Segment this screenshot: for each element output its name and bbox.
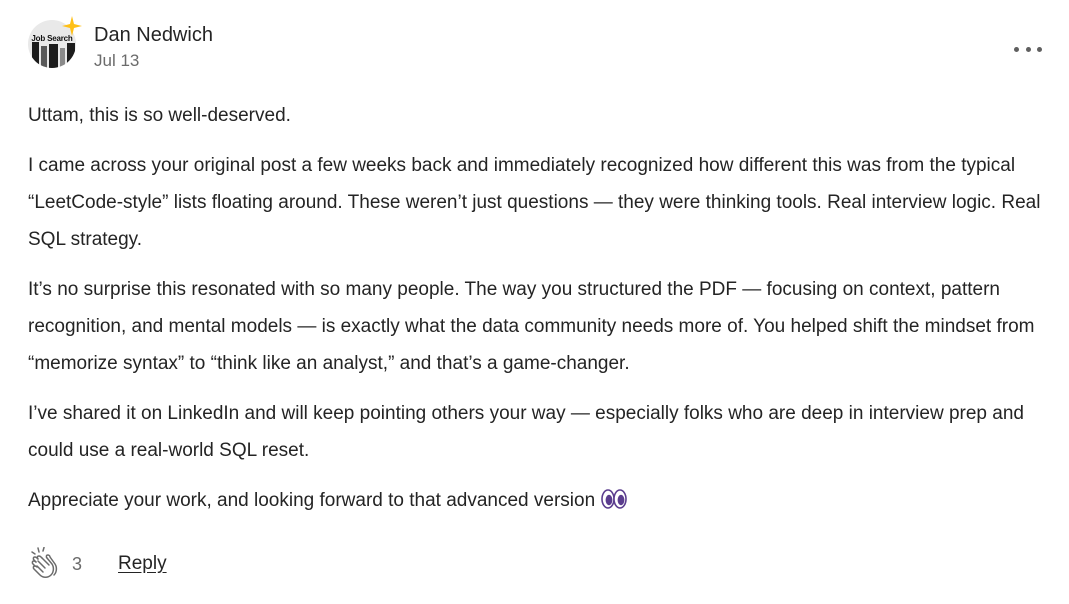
comment-paragraph: It’s no surprise this resonated with so … <box>28 279 1035 374</box>
comment-footer: 3 Reply <box>30 546 167 582</box>
more-dot-icon <box>1014 46 1019 52</box>
comment-paragraph: I’ve shared it on LinkedIn and will keep… <box>28 403 1024 461</box>
comment-body: Uttam, this is so well-deserved. I came … <box>28 97 1058 532</box>
comment-card: Job Search Dan Nedwich Jul 13 Uttam, thi… <box>0 0 1069 604</box>
clap-icon <box>31 547 58 578</box>
clap-button[interactable]: 3 <box>30 547 82 581</box>
author-name[interactable]: Dan Nedwich <box>94 22 213 48</box>
comment-paragraph: Appreciate your work, and looking forwar… <box>28 490 596 511</box>
more-dot-icon <box>1037 46 1042 52</box>
comment-paragraph: Uttam, this is so well-deserved. <box>28 105 291 126</box>
more-options-button[interactable] <box>1014 38 1042 60</box>
post-date[interactable]: Jul 13 <box>94 50 213 72</box>
author-block: Dan Nedwich Jul 13 <box>94 18 213 72</box>
clap-count: 3 <box>72 553 83 574</box>
eyes-emoji <box>601 489 627 509</box>
comment-last-paragraph: Appreciate your work, and looking forwar… <box>28 482 1058 519</box>
more-dot-icon <box>1025 46 1031 52</box>
comment-paragraph: I came across your original post a few w… <box>28 155 1041 250</box>
avatar[interactable]: Job Search <box>28 16 82 68</box>
comment-header: Job Search Dan Nedwich Jul 13 <box>28 16 213 72</box>
reply-link[interactable]: Reply <box>118 553 167 575</box>
star-badge-icon <box>62 16 82 36</box>
